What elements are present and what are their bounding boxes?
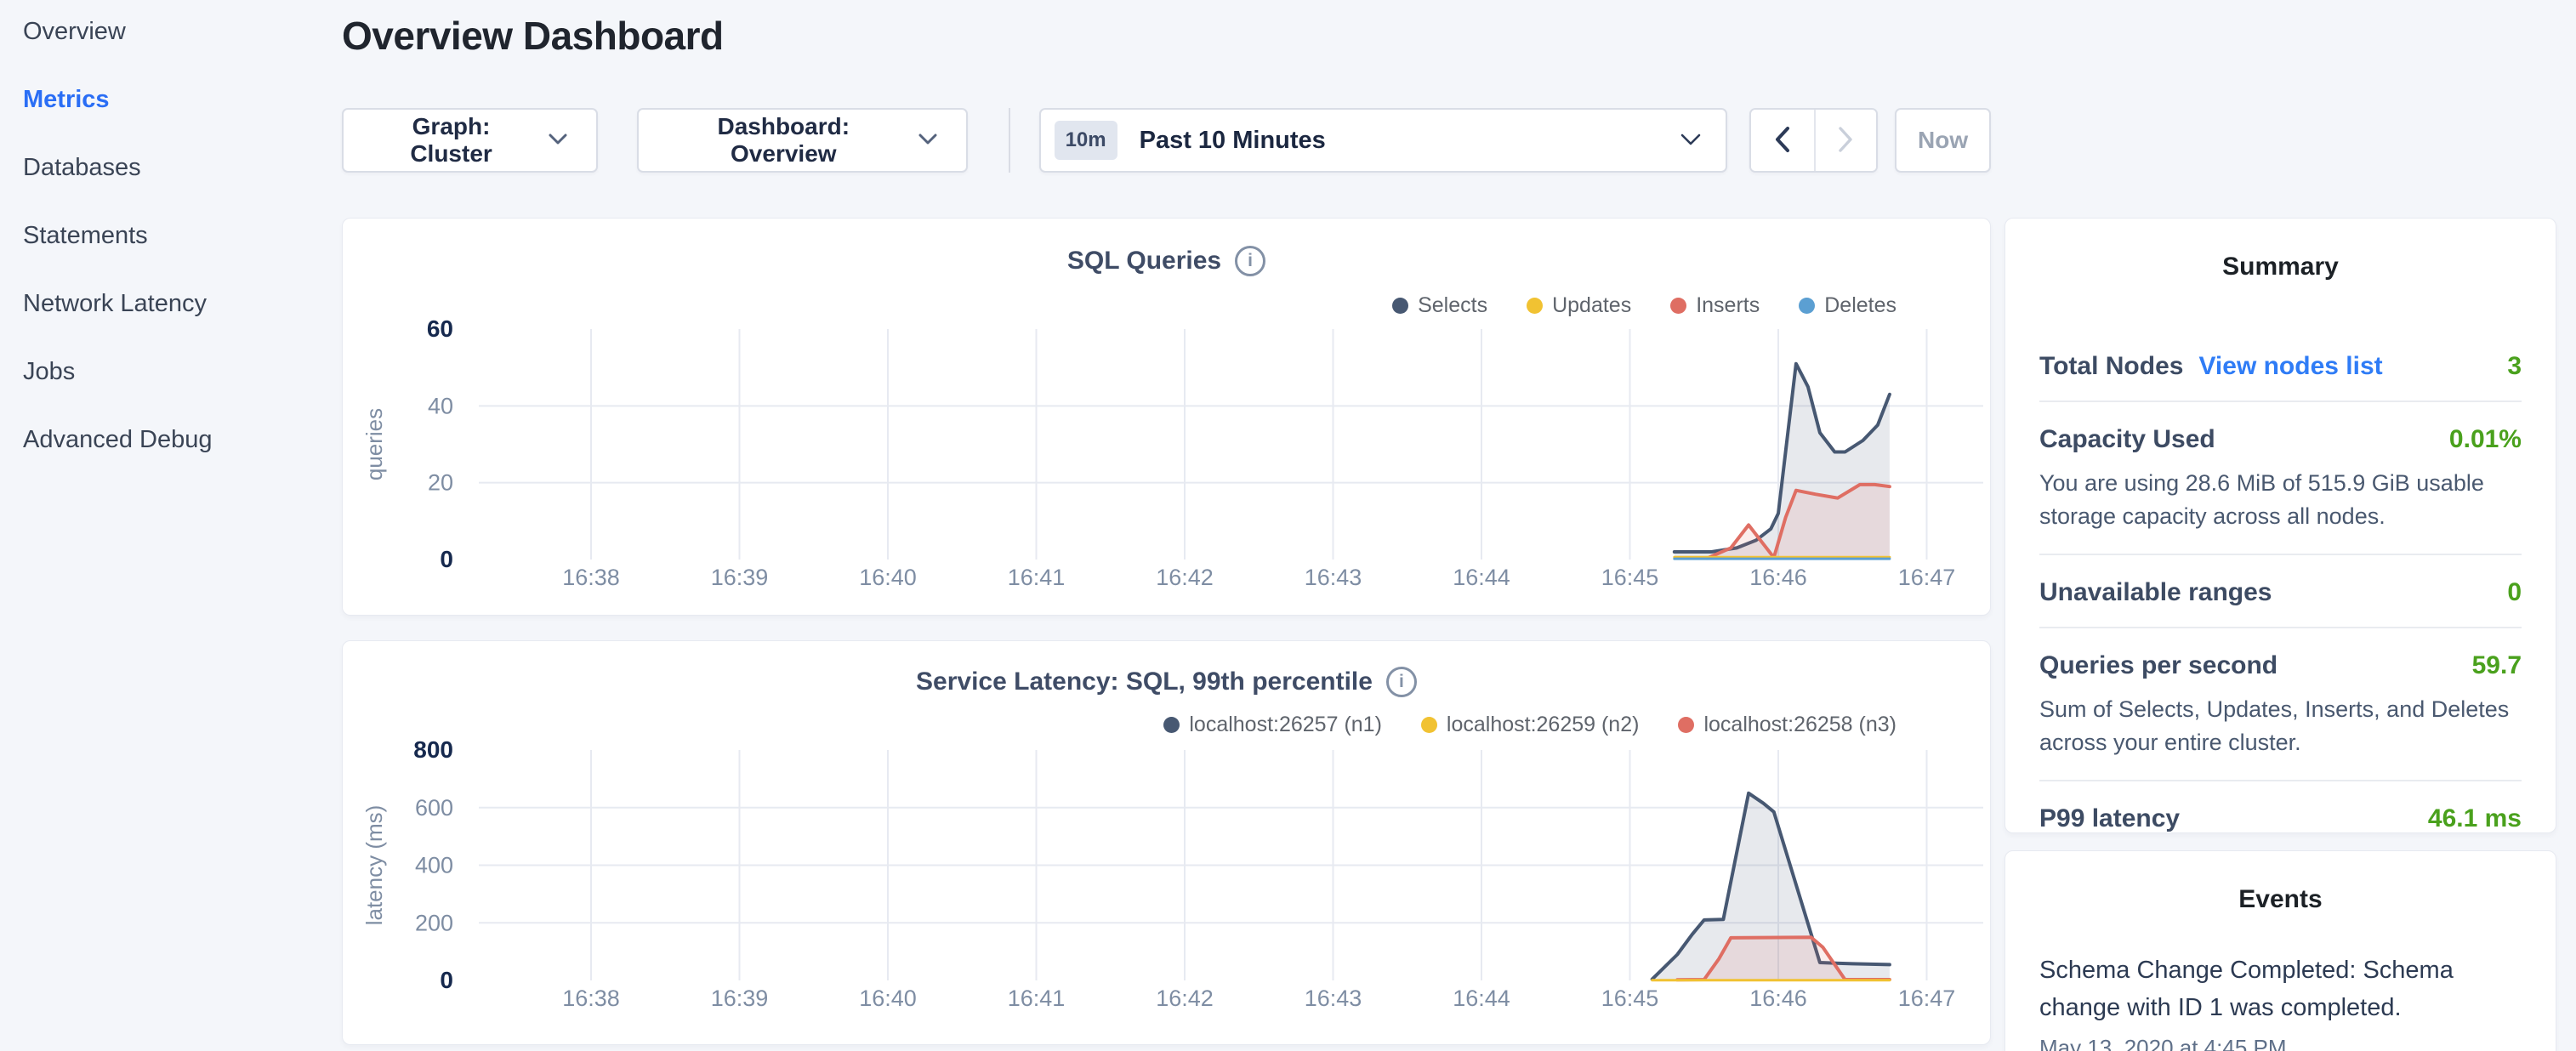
time-window-badge: 10m bbox=[1055, 121, 1117, 160]
summary-row: Unavailable ranges 0 bbox=[2039, 555, 2522, 628]
sidebar-item-network-latency[interactable]: Network Latency bbox=[23, 289, 342, 318]
event-timestamp: May 13, 2020 at 4:45 PM bbox=[2039, 1035, 2522, 1051]
dashboard-dropdown[interactable]: Dashboard: Overview bbox=[637, 108, 968, 173]
chevron-down-icon bbox=[549, 134, 567, 148]
summary-description: Sum of Selects, Updates, Inserts, and De… bbox=[2039, 693, 2522, 759]
svg-text:200: 200 bbox=[415, 910, 453, 935]
summary-description: You are using 28.6 MiB of 515.9 GiB usab… bbox=[2039, 467, 2522, 533]
event-text: Schema Change Completed: Schema change w… bbox=[2039, 952, 2522, 1026]
event-item[interactable]: Schema Change Completed: Schema change w… bbox=[2039, 952, 2522, 1051]
summary-label: Queries per second bbox=[2039, 651, 2277, 680]
sql-queries-chart-card: SQL Queries i SelectsUpdatesInsertsDelet… bbox=[342, 218, 1991, 616]
events-title: Events bbox=[2039, 885, 2522, 914]
right-column: Summary Total Nodes View nodes list 3 Capac… bbox=[2005, 218, 2556, 1051]
summary-value: 3 bbox=[2507, 352, 2522, 381]
time-window-label: Past 10 Minutes bbox=[1140, 127, 1326, 155]
svg-text:16:45: 16:45 bbox=[1601, 986, 1659, 1011]
svg-text:16:43: 16:43 bbox=[1305, 986, 1362, 1011]
summary-label: Total Nodes bbox=[2039, 352, 2183, 381]
summary-row: P99 latency 46.1 ms bbox=[2039, 781, 2522, 853]
content-area: Overview Dashboard Graph: Cluster Dashbo… bbox=[342, 0, 2576, 1051]
graph-dropdown-label: Graph: Cluster bbox=[372, 113, 530, 168]
svg-text:40: 40 bbox=[428, 393, 453, 418]
svg-text:16:44: 16:44 bbox=[1453, 565, 1510, 590]
summary-title: Summary bbox=[2039, 253, 2522, 281]
svg-text:400: 400 bbox=[415, 853, 453, 878]
svg-text:800: 800 bbox=[413, 736, 453, 763]
summary-value: 59.7 bbox=[2472, 651, 2522, 680]
time-window-dropdown[interactable]: 10m Past 10 Minutes bbox=[1039, 108, 1728, 173]
svg-text:600: 600 bbox=[415, 795, 453, 821]
summary-label: Unavailable ranges bbox=[2039, 578, 2272, 607]
svg-text:16:47: 16:47 bbox=[1898, 986, 1956, 1011]
main-column: Overview Dashboard Graph: Cluster Dashbo… bbox=[342, 0, 1991, 1051]
sql-queries-plot[interactable]: 16:38 16:39 16:40 16:41 16:42 16:43 16:44 16:45… bbox=[343, 219, 1992, 621]
now-button[interactable]: Now bbox=[1895, 108, 1991, 173]
sidebar-item-statements[interactable]: Statements bbox=[23, 221, 342, 250]
summary-label: P99 latency bbox=[2039, 804, 2180, 833]
svg-text:16:41: 16:41 bbox=[1008, 565, 1066, 590]
svg-text:16:40: 16:40 bbox=[859, 986, 917, 1011]
svg-text:16:39: 16:39 bbox=[711, 986, 769, 1011]
time-step-buttons bbox=[1749, 108, 1878, 173]
summary-row: Total Nodes View nodes list 3 bbox=[2039, 329, 2522, 402]
dashboard-dropdown-label: Dashboard: Overview bbox=[668, 113, 900, 168]
svg-text:16:46: 16:46 bbox=[1749, 565, 1807, 590]
svg-text:16:47: 16:47 bbox=[1898, 565, 1956, 590]
svg-text:20: 20 bbox=[428, 470, 453, 496]
summary-value: 46.1 ms bbox=[2428, 804, 2522, 833]
page-title: Overview Dashboard bbox=[342, 12, 1991, 60]
summary-row: Queries per second 59.7 Sum of Selects, Up… bbox=[2039, 628, 2522, 781]
summary-panel: Summary Total Nodes View nodes list 3 Capac… bbox=[2005, 218, 2556, 833]
svg-text:queries: queries bbox=[361, 408, 387, 480]
service-latency-plot[interactable]: 16:38 16:39 16:40 16:41 16:42 16:43 16:44 16:45… bbox=[343, 641, 1992, 1050]
summary-row: Capacity Used 0.01% You are using 28.6 MiB… bbox=[2039, 402, 2522, 555]
summary-value: 0 bbox=[2507, 578, 2522, 607]
svg-text:16:42: 16:42 bbox=[1156, 565, 1214, 590]
sidebar-item-jobs[interactable]: Jobs bbox=[23, 357, 342, 386]
time-back-button[interactable] bbox=[1751, 110, 1813, 171]
svg-text:16:43: 16:43 bbox=[1305, 565, 1362, 590]
sidebar-item-overview[interactable]: Overview bbox=[23, 17, 342, 46]
svg-text:16:45: 16:45 bbox=[1601, 565, 1659, 590]
svg-text:16:41: 16:41 bbox=[1008, 986, 1066, 1011]
chevron-left-icon bbox=[1774, 126, 1790, 156]
controls-divider bbox=[1009, 108, 1010, 173]
app-root: Overview Metrics Databases Statements Networ… bbox=[0, 0, 2576, 1051]
graph-dropdown[interactable]: Graph: Cluster bbox=[342, 108, 598, 173]
svg-text:16:39: 16:39 bbox=[711, 565, 769, 590]
events-panel: Events Schema Change Completed: Schema c… bbox=[2005, 850, 2556, 1051]
time-forward-button[interactable] bbox=[1814, 110, 1877, 171]
chevron-down-icon bbox=[918, 134, 937, 148]
svg-text:16:40: 16:40 bbox=[859, 565, 917, 590]
svg-text:16:44: 16:44 bbox=[1453, 986, 1510, 1011]
sidebar-item-advanced-debug[interactable]: Advanced Debug bbox=[23, 425, 342, 454]
controls-bar: Graph: Cluster Dashboard: Overview 10m P… bbox=[342, 108, 1991, 173]
summary-label: Capacity Used bbox=[2039, 425, 2215, 454]
svg-text:16:38: 16:38 bbox=[562, 986, 620, 1011]
svg-text:16:46: 16:46 bbox=[1749, 986, 1807, 1011]
sidebar-item-databases[interactable]: Databases bbox=[23, 153, 342, 182]
view-nodes-link[interactable]: View nodes list bbox=[2198, 352, 2382, 381]
svg-text:latency (ms): latency (ms) bbox=[361, 805, 387, 926]
svg-text:16:38: 16:38 bbox=[562, 565, 620, 590]
chevron-right-icon bbox=[1838, 126, 1854, 156]
service-latency-chart-card: Service Latency: SQL, 99th percentile i … bbox=[342, 640, 1991, 1045]
chevron-down-icon bbox=[1680, 133, 1702, 149]
sidebar-item-metrics[interactable]: Metrics bbox=[23, 85, 342, 114]
svg-text:0: 0 bbox=[440, 967, 453, 993]
svg-text:16:42: 16:42 bbox=[1156, 986, 1214, 1011]
svg-text:0: 0 bbox=[440, 546, 453, 572]
sidebar-nav: Overview Metrics Databases Statements Networ… bbox=[0, 0, 342, 1051]
svg-text:60: 60 bbox=[427, 315, 453, 342]
summary-value: 0.01% bbox=[2449, 425, 2522, 454]
